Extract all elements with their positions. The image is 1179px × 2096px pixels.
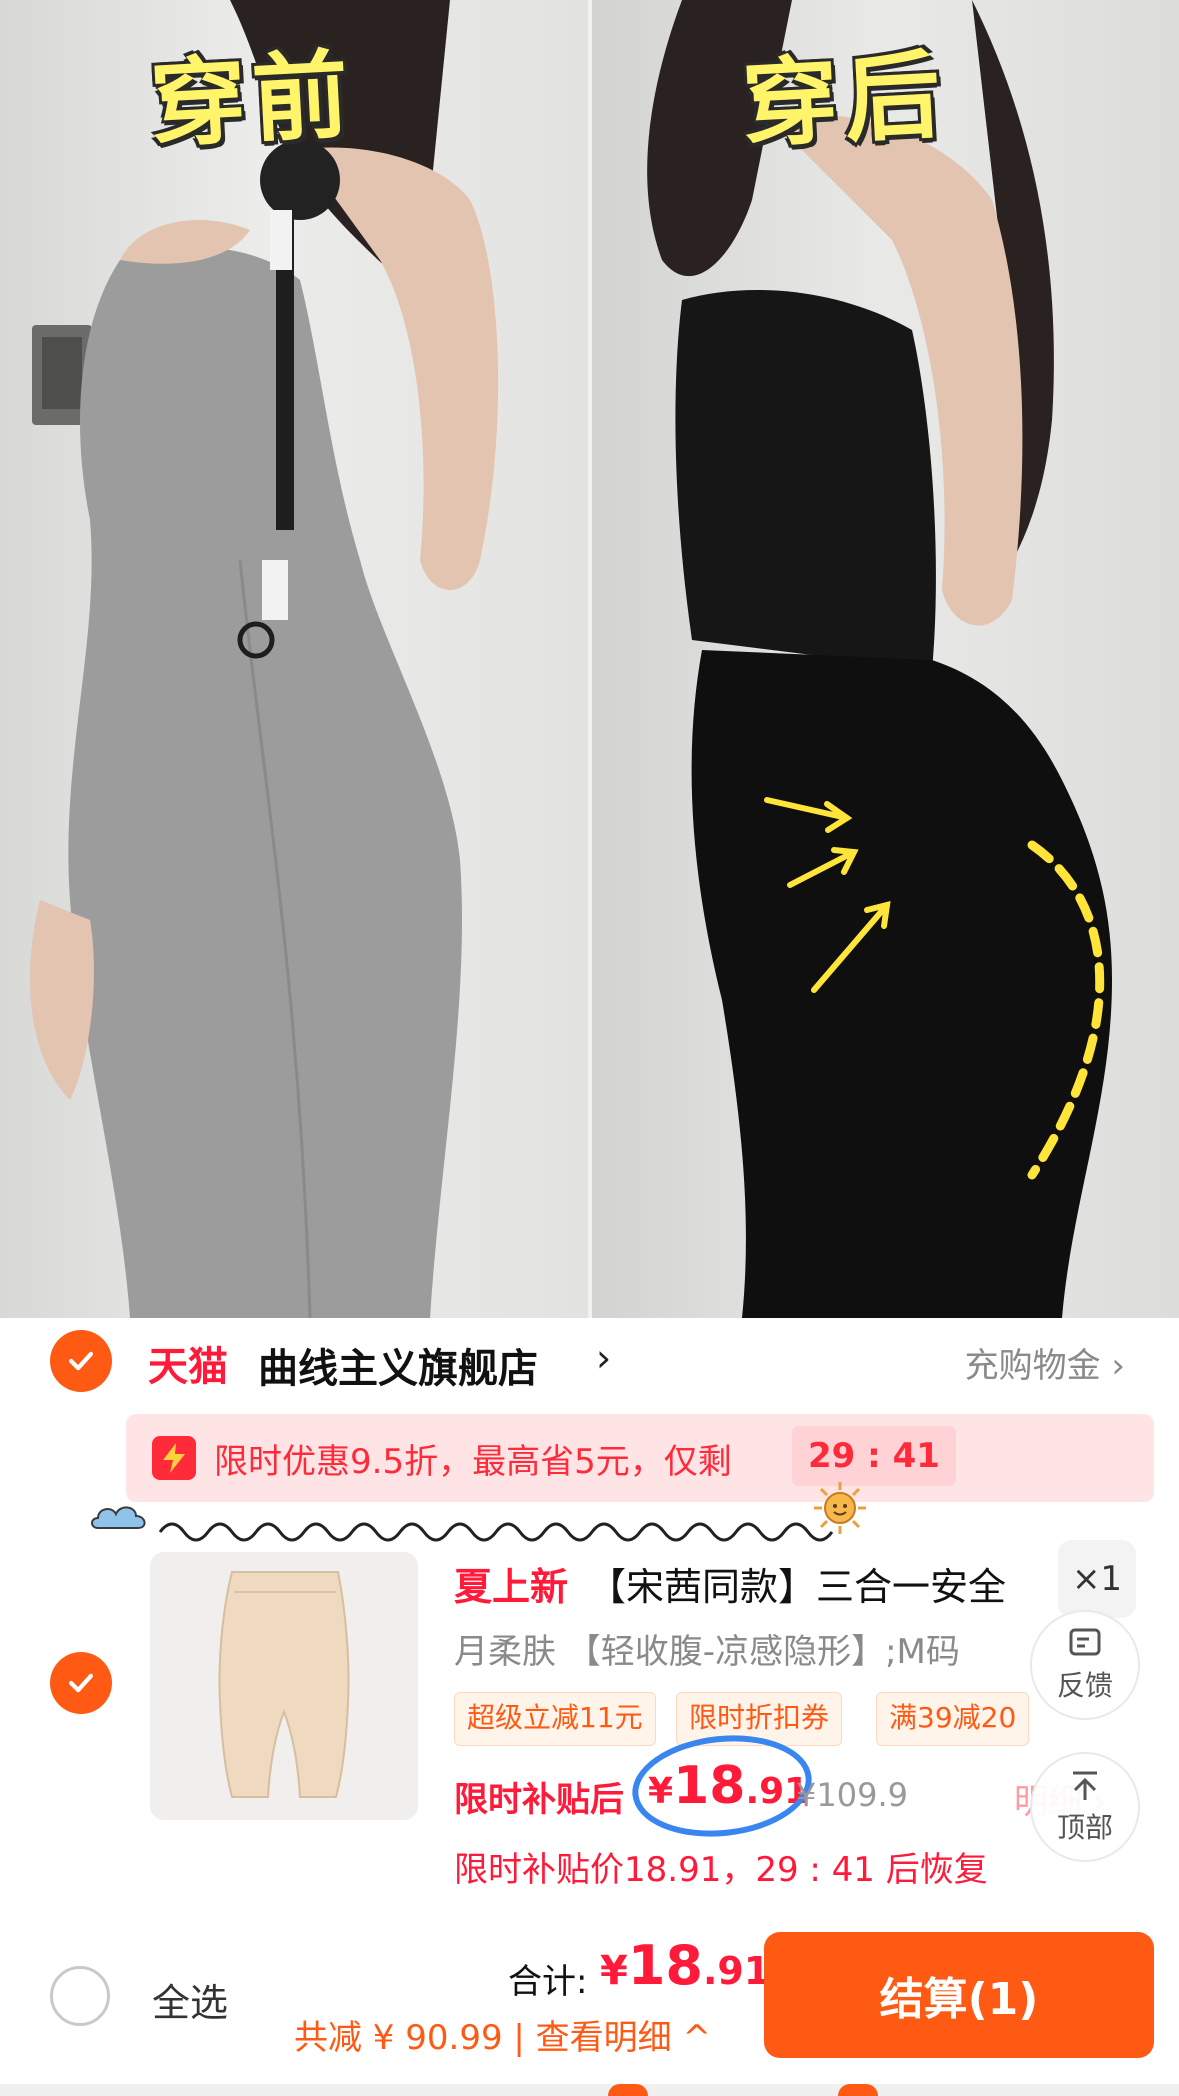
feedback-icon [1069, 1628, 1101, 1656]
product-title[interactable]: 【宋茜同款】三合一安全 [588, 1556, 1006, 1611]
promo-text: 限时优惠9.5折，最高省5元，仅剩 [214, 1442, 732, 1482]
subsidy-restore-note: 限时补贴价18.91，29 : 41 后恢复 [454, 1850, 988, 1890]
original-price: ¥109.9 [796, 1776, 908, 1814]
feedback-button[interactable]: 反馈 [1030, 1610, 1140, 1720]
tab-indicator [608, 2084, 648, 2096]
after-caption: 穿后 [739, 38, 950, 162]
total-amount: ¥18.91 [600, 1934, 770, 1997]
check-icon [68, 1351, 94, 1371]
subsidy-price-label: 限时补贴后 [454, 1780, 624, 1820]
after-figure-illustration [647, 0, 1112, 1318]
coupon-tag: 超级立减11元 [454, 1692, 656, 1746]
checkout-button[interactable]: 结算(1) [764, 1932, 1154, 2058]
after-photo-panel: 穿后 [592, 0, 1179, 1318]
promo-banner[interactable]: 限时优惠9.5折，最高省5元，仅剩 29 : 41 [126, 1414, 1154, 1502]
cloud-icon [91, 1506, 146, 1529]
total-decimal: .91 [703, 1949, 771, 1993]
product-thumbnail[interactable] [150, 1552, 418, 1820]
total-label: 合计: [508, 1962, 588, 2002]
top-label: 顶部 [1056, 1811, 1113, 1844]
before-after-photo: 穿前 穿后 [0, 0, 1179, 1318]
quantity-chip[interactable]: ×1 [1058, 1540, 1136, 1618]
item-select-checkbox[interactable] [50, 1652, 112, 1714]
promo-countdown: 29 : 41 [792, 1426, 956, 1486]
coupon-tag: 满39减20 [876, 1692, 1030, 1746]
sku-selector[interactable]: 月柔肤 【轻收腹-凉感隐形】;M码 [454, 1624, 960, 1673]
before-photo-panel: 穿前 [0, 0, 588, 1318]
select-all-checkbox[interactable] [50, 1966, 110, 2026]
before-caption: 穿前 [147, 38, 358, 162]
store-chevron-icon[interactable]: › [596, 1336, 611, 1380]
tab-bar-edge [0, 2084, 1179, 2096]
discount-details-link[interactable]: 共减 ¥ 90.99 | 查看明细 ^ [294, 2010, 711, 2059]
total-currency: ¥ [600, 1948, 628, 1994]
shapewear-shorts-image [218, 1571, 350, 1798]
before-figure-illustration [30, 0, 499, 1318]
total-integer: 18 [627, 1934, 703, 1997]
sun-icon [814, 1482, 866, 1534]
new-arrival-tag: 夏上新 [454, 1565, 569, 1609]
check-icon [68, 1673, 94, 1693]
wavy-line-decoration [158, 1522, 834, 1542]
arrow-up-icon [1073, 1771, 1097, 1800]
select-all-label[interactable]: 全选 [152, 1972, 228, 2027]
store-name-link[interactable]: 曲线主义旗舰店 [258, 1336, 538, 1394]
store-select-checkbox[interactable] [50, 1330, 112, 1392]
bolt-icon [152, 1436, 196, 1480]
cashback-link[interactable]: 充购物金 › [965, 1338, 1125, 1387]
back-to-top-button[interactable]: 顶部 [1030, 1752, 1140, 1862]
tmall-logo-text: 天猫 [148, 1344, 228, 1390]
feedback-label: 反馈 [1056, 1669, 1113, 1702]
tab-indicator [838, 2084, 878, 2096]
checkout-bar: 全选 合计: ¥18.91 共减 ¥ 90.99 | 查看明细 ^ 结算(1) [0, 1912, 1179, 2096]
